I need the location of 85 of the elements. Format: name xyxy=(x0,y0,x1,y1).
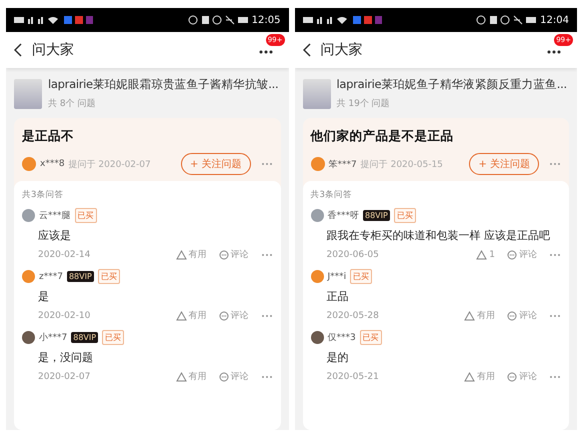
purchased-tag: 已买 xyxy=(350,269,372,284)
answerer-name: 云***腿 xyxy=(39,210,70,222)
avatar xyxy=(310,270,324,283)
product-thumbnail xyxy=(14,78,42,108)
vip-tag: 88VIP xyxy=(71,332,98,343)
triangle-icon xyxy=(464,310,475,320)
answer-text: 正品 xyxy=(326,289,350,304)
answerer-name: z***7 xyxy=(39,272,63,282)
comment-button[interactable]: 评论 xyxy=(507,370,537,383)
purchased-tag: 已买 xyxy=(74,208,96,223)
comment-button[interactable]: 评论 xyxy=(218,248,248,261)
triangle-icon xyxy=(464,372,475,382)
asker-name: x***8 xyxy=(40,159,65,169)
follow-question-button[interactable]: + 关注问题 xyxy=(469,153,539,175)
avatar xyxy=(22,331,35,344)
comment-icon xyxy=(507,372,517,382)
comment-button[interactable]: 评论 xyxy=(218,309,248,322)
answer-date: 2020-02-07 xyxy=(38,372,92,382)
answer-date: 2020-02-10 xyxy=(38,310,92,320)
follow-question-button[interactable]: + 关注问题 xyxy=(180,153,250,175)
question-count: 共 8个 问题 xyxy=(48,98,96,110)
useful-button[interactable]: 有用 xyxy=(464,309,495,322)
comment-button[interactable]: 评论 xyxy=(507,309,537,322)
answer-date: 2020-02-14 xyxy=(38,250,92,260)
useful-button[interactable]: 有用 xyxy=(464,370,495,383)
comment-icon xyxy=(218,310,228,320)
purchased-tag: 已买 xyxy=(394,208,416,223)
back-icon[interactable] xyxy=(302,43,310,57)
answerer-name: 香***呀 xyxy=(328,210,359,222)
answer-count: 共3条问答 xyxy=(22,189,64,201)
product-thumbnail xyxy=(302,78,330,108)
more-icon[interactable] xyxy=(547,50,561,54)
answer-date: 2020-05-28 xyxy=(326,310,380,320)
triangle-icon xyxy=(176,250,186,260)
answer-text: 是的 xyxy=(326,350,350,365)
product-title[interactable]: laprairie莱珀妮眼霜琼贵蓝鱼子酱精华抗皱... xyxy=(48,77,278,92)
product-title[interactable]: laprairie莱珀妮鱼子精华液紧颜反重力蓝鱼... xyxy=(336,77,567,92)
answer-date: 2020-06-05 xyxy=(326,250,380,260)
comment-icon xyxy=(218,372,228,382)
status-icons-drawing xyxy=(476,15,536,25)
comment-icon xyxy=(507,310,517,320)
comment-button[interactable]: 评论 xyxy=(507,248,537,261)
answer-text: 是 xyxy=(37,289,50,304)
purchased-tag: 已买 xyxy=(102,330,124,345)
question-title: 他们家的产品是不是正品 xyxy=(310,128,454,145)
status-time: 12:05 xyxy=(252,14,280,26)
status-icons-drawing xyxy=(188,15,248,25)
useful-button[interactable]: 有用 xyxy=(176,248,206,261)
answer-date: 2020-05-21 xyxy=(326,372,380,382)
answerer-name: J***i xyxy=(328,272,346,282)
useful-button[interactable]: 有用 xyxy=(176,370,206,383)
vip-tag: 88VIP xyxy=(363,210,390,221)
answer-text: 跟我在专柜买的味道和包装一样 应该是正品吧 xyxy=(326,228,551,243)
answerer-name: 仅***3 xyxy=(328,332,356,344)
status-time: 12:04 xyxy=(540,14,569,26)
question-title: 是正品不 xyxy=(22,128,75,145)
answer-count: 共3条问答 xyxy=(310,189,353,201)
avatar xyxy=(310,157,324,171)
comment-icon xyxy=(507,250,517,260)
useful-button[interactable]: 1 xyxy=(476,250,495,260)
triangle-icon xyxy=(176,310,186,320)
purchased-tag: 已买 xyxy=(98,269,120,284)
answer-text: 是，没问题 xyxy=(37,350,94,365)
asked-date: 提问于 2020-05-15 xyxy=(360,158,444,170)
answer-text: 应该是 xyxy=(37,228,72,243)
page-title: 问大家 xyxy=(320,41,364,59)
purchased-tag: 已买 xyxy=(360,330,382,345)
asker-name: 笨***7 xyxy=(328,158,357,170)
question-count: 共 19个 问题 xyxy=(336,98,391,110)
comment-icon xyxy=(218,250,228,260)
page-title: 问大家 xyxy=(32,41,75,59)
more-icon[interactable] xyxy=(258,50,272,54)
answerer-name: 小***7 xyxy=(39,332,68,344)
comment-button[interactable]: 评论 xyxy=(218,370,248,383)
back-icon[interactable] xyxy=(14,43,22,57)
avatar xyxy=(22,270,35,283)
avatar xyxy=(310,209,324,222)
avatar xyxy=(310,331,324,344)
triangle-icon xyxy=(176,372,186,382)
avatar xyxy=(22,157,36,171)
vip-tag: 88VIP xyxy=(66,271,94,282)
avatar xyxy=(22,209,35,222)
asked-date: 提问于 2020-02-07 xyxy=(68,158,152,170)
useful-button[interactable]: 有用 xyxy=(176,309,206,322)
triangle-icon xyxy=(476,250,488,260)
